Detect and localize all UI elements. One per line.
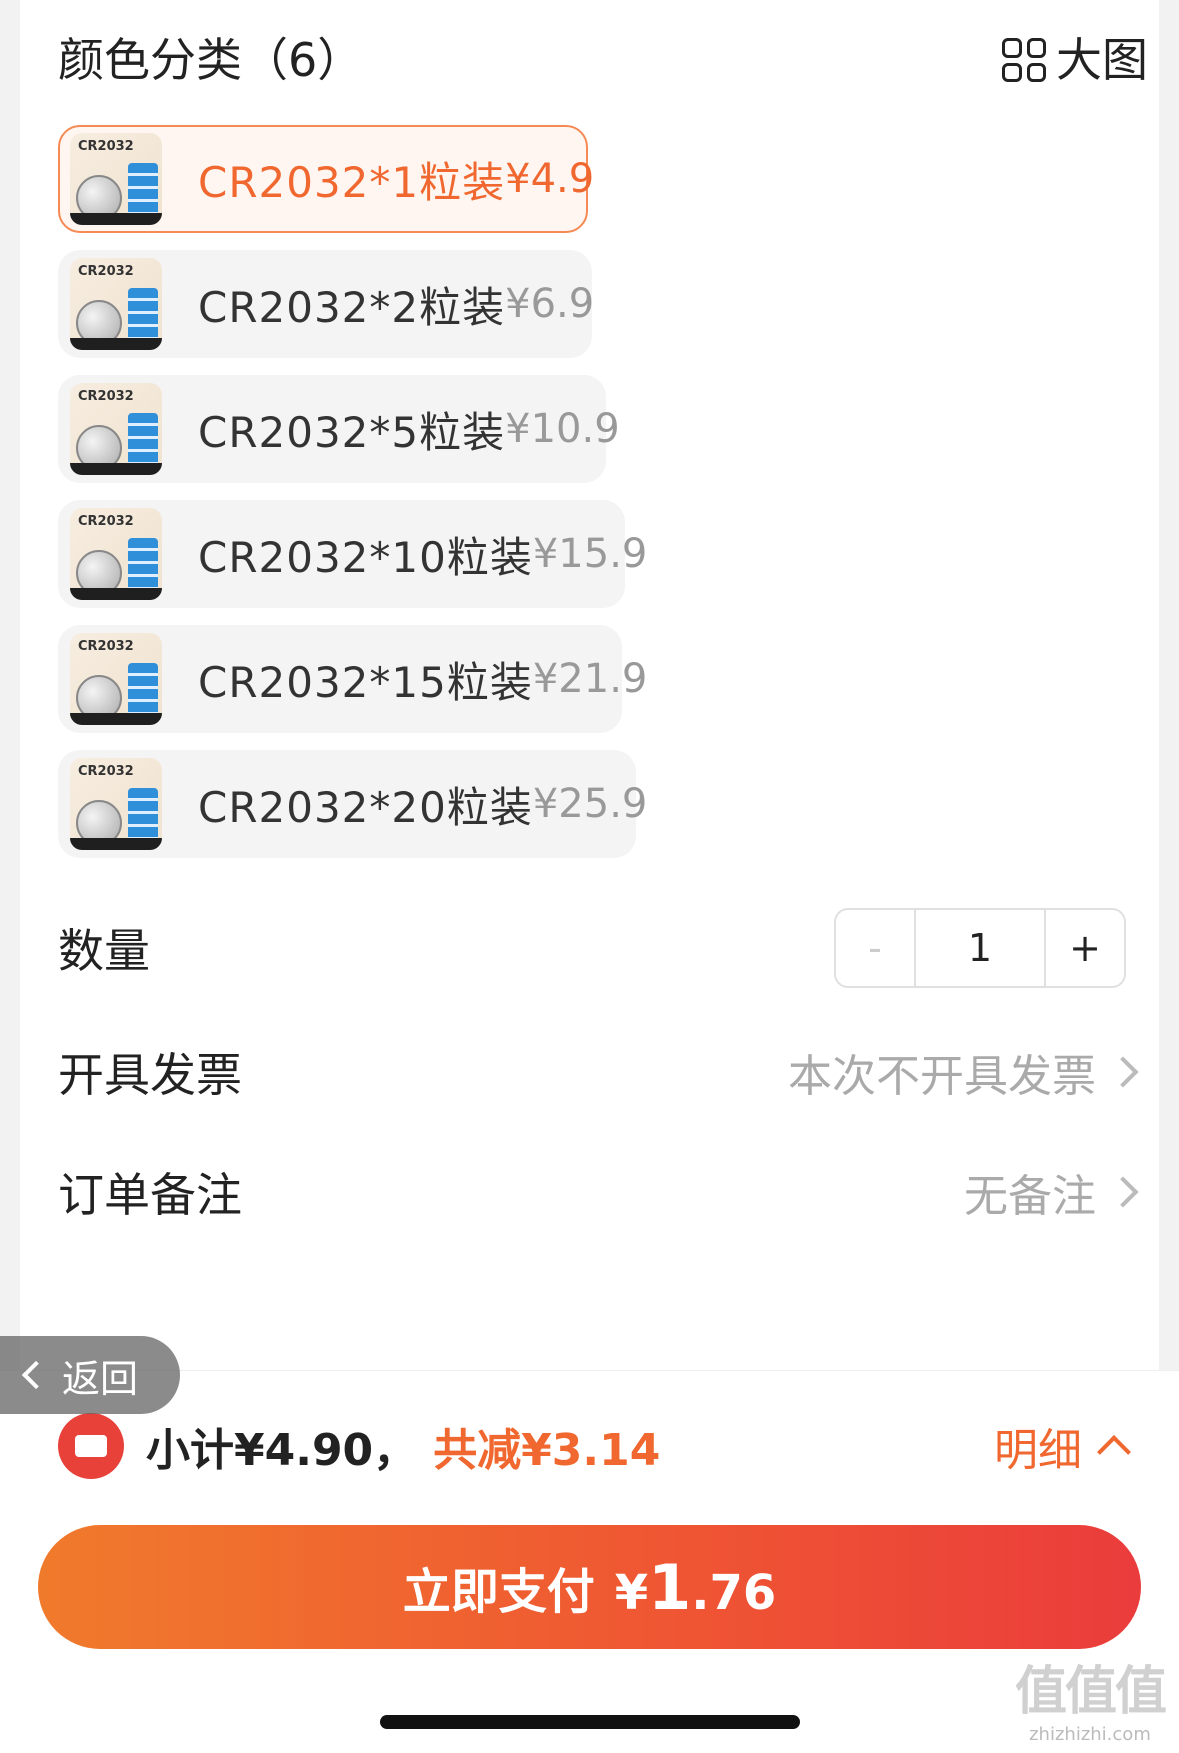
big-picture-toggle[interactable]: 大图 — [1002, 28, 1148, 92]
invoice-value: 本次不开具发票 — [788, 1051, 1096, 1102]
pay-amount-int: 1 — [648, 1550, 692, 1624]
sheet-header: 颜色分类（6） 大图 — [58, 28, 1148, 92]
variant-price: ¥4.9 — [505, 156, 595, 202]
price-detail-label: 明细 — [994, 1425, 1082, 1476]
variant-option[interactable]: CR2032 CR2032*5粒装 ¥10.9 — [58, 375, 620, 483]
battery-pack-icon — [128, 663, 158, 717]
sku-selector-sheet: 颜色分类（6） 大图 CR2032 CR2032*1粒装 ¥4.9 CR2032… — [20, 0, 1159, 1370]
invoice-row[interactable]: 开具发票 本次不开具发票 — [58, 1032, 1142, 1112]
thumbnail-strip — [70, 213, 162, 225]
order-note-value: 无备注 — [964, 1171, 1096, 1222]
variant-thumbnail: CR2032 — [70, 758, 162, 850]
variant-price: ¥21.9 — [532, 656, 648, 702]
variant-price: ¥6.9 — [505, 281, 595, 327]
order-note-row[interactable]: 订单备注 无备注 — [58, 1152, 1142, 1232]
variant-option[interactable]: CR2032 CR2032*20粒装 ¥25.9 — [58, 750, 647, 858]
order-note-value-group: 无备注 — [964, 1160, 1142, 1224]
quantity-decrement-button[interactable]: - — [836, 910, 916, 986]
variant-name: CR2032*20粒装 — [198, 782, 533, 832]
battery-pack-icon — [128, 788, 158, 842]
invoice-label: 开具发票 — [58, 1048, 242, 1102]
variant-name: CR2032*2粒装 — [198, 282, 506, 332]
order-note-label: 订单备注 — [58, 1168, 242, 1222]
thumbnail-strip — [70, 463, 162, 475]
variant-option[interactable]: CR2032 CR2032*2粒装 ¥6.9 — [58, 250, 595, 358]
watermark-logo: 值值值 — [1014, 1662, 1167, 1722]
variant-thumbnail: CR2032 — [70, 633, 162, 725]
price-summary: 小计¥4.90， 共减¥3.14 明细 — [58, 1411, 1138, 1481]
invoice-value-group: 本次不开具发票 — [788, 1040, 1142, 1104]
variant-name: CR2032*5粒装 — [198, 407, 506, 457]
variant-name: CR2032*10粒装 — [198, 532, 533, 582]
variant-option[interactable]: CR2032 CR2032*15粒装 ¥21.9 — [58, 625, 647, 733]
pay-amount: ¥1.76 — [615, 1551, 777, 1624]
thumbnail-text: CR2032 — [78, 389, 134, 404]
subtotal-text: 小计¥4.90， — [146, 1425, 418, 1476]
chevron-left-icon — [21, 1360, 51, 1390]
battery-pack-icon — [128, 413, 158, 467]
battery-pack-icon — [128, 288, 158, 342]
variant-thumbnail: CR2032 — [70, 383, 162, 475]
quantity-label: 数量 — [58, 924, 150, 978]
quantity-row: 数量 - 1 + — [58, 908, 1142, 988]
variant-name: CR2032*15粒装 — [198, 657, 533, 707]
price-detail-toggle[interactable]: 明细 — [994, 1414, 1138, 1478]
back-label: 返回 — [62, 1356, 139, 1401]
quantity-value[interactable]: 1 — [916, 910, 1046, 986]
variant-thumbnail: CR2032 — [70, 508, 162, 600]
variant-option[interactable]: CR2032 CR2032*10粒装 ¥15.9 — [58, 500, 647, 608]
pay-now-button[interactable]: 立即支付 ¥1.76 — [38, 1525, 1141, 1649]
chevron-right-icon — [1107, 1176, 1139, 1208]
watermark-url: zhizhizhi.com — [1029, 1724, 1151, 1745]
watermark: 值值值 zhizhizhi.com — [1014, 1649, 1167, 1745]
pay-amount-dec: .76 — [691, 1564, 777, 1621]
quantity-increment-button[interactable]: + — [1046, 910, 1124, 986]
pay-currency: ¥ — [614, 1564, 649, 1621]
variant-name: CR2032*1粒装 — [198, 157, 506, 207]
thumbnail-text: CR2032 — [78, 764, 134, 779]
thumbnail-strip — [70, 588, 162, 600]
chevron-right-icon — [1107, 1056, 1139, 1088]
thumbnail-text: CR2032 — [78, 639, 134, 654]
variant-thumbnail: CR2032 — [70, 133, 162, 225]
chevron-up-icon — [1097, 1435, 1131, 1469]
home-indicator[interactable] — [380, 1715, 800, 1729]
variant-price: ¥25.9 — [532, 781, 648, 827]
variant-price: ¥10.9 — [505, 406, 620, 452]
pay-now-label: 立即支付 — [402, 1564, 595, 1620]
thumbnail-text: CR2032 — [78, 264, 134, 279]
battery-pack-icon — [128, 538, 158, 592]
thumbnail-strip — [70, 338, 162, 350]
discount-text: 共减¥3.14 — [433, 1425, 661, 1476]
thumbnail-strip — [70, 713, 162, 725]
grid-view-icon — [1002, 38, 1046, 82]
variant-price: ¥15.9 — [532, 531, 648, 577]
variant-thumbnail: CR2032 — [70, 258, 162, 350]
section-title: 颜色分类（6） — [58, 33, 364, 87]
big-picture-label: 大图 — [1056, 33, 1148, 87]
battery-pack-icon — [128, 163, 158, 217]
checkout-bar: 小计¥4.90， 共减¥3.14 明细 立即支付 ¥1.76 值值值 zhizh… — [0, 1370, 1179, 1753]
thumbnail-text: CR2032 — [78, 514, 134, 529]
thumbnail-text: CR2032 — [78, 139, 134, 154]
coupon-icon — [58, 1413, 124, 1479]
back-button[interactable]: 返回 — [0, 1336, 180, 1414]
quantity-stepper: - 1 + — [834, 908, 1126, 988]
variant-option-selected[interactable]: CR2032 CR2032*1粒装 ¥4.9 — [58, 125, 594, 233]
thumbnail-strip — [70, 838, 162, 850]
